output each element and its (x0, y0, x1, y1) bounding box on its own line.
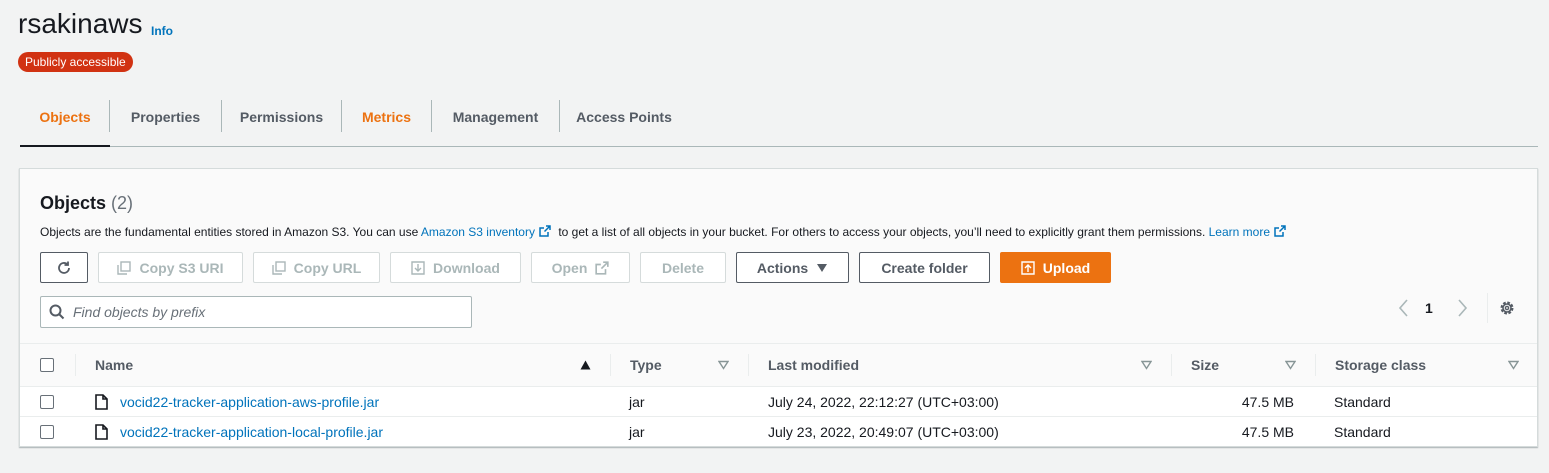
objects-panel-header: Objects (2) Objects are the fundamental … (20, 169, 1537, 344)
download-label: Download (433, 259, 500, 276)
upload-icon (1021, 260, 1035, 275)
tab-access-points[interactable]: Access Points (560, 98, 688, 146)
table-header: Name Type Last modified Size Storage cla… (20, 344, 1537, 387)
search-input[interactable] (73, 304, 453, 320)
upload-label: Upload (1042, 259, 1091, 276)
sort-ascending-icon[interactable] (580, 360, 591, 370)
open-label: Open (551, 259, 588, 276)
delete-label: Delete (661, 259, 705, 276)
download-button[interactable]: Download (390, 252, 521, 283)
object-size: 47.5 MB (1241, 424, 1294, 440)
external-link-icon[interactable] (1274, 225, 1286, 237)
inventory-link[interactable]: Amazon S3 inventory (421, 225, 535, 239)
object-name-link[interactable]: vocid22-tracker-application-aws-profile.… (120, 387, 379, 417)
copy-url-label: Copy URL (293, 259, 362, 276)
select-all-checkbox[interactable] (40, 358, 54, 372)
sort-icon[interactable] (1508, 360, 1519, 370)
row-checkbox[interactable] (40, 395, 54, 409)
tab-permissions[interactable]: Permissions (222, 98, 341, 146)
object-last-modified: July 24, 2022, 22:12:27 (UTC+03:00) (768, 394, 999, 410)
copy-icon (117, 260, 132, 275)
row-checkbox[interactable] (40, 425, 54, 439)
tab-management[interactable]: Management (432, 98, 559, 146)
table-row[interactable]: vocid22-tracker-application-aws-profile.… (20, 387, 1537, 417)
copy-icon (271, 260, 286, 275)
column-divider (610, 354, 611, 376)
object-size: 47.5 MB (1241, 394, 1294, 410)
caret-down-icon (817, 263, 828, 272)
public-access-badge: Publicly accessible (18, 52, 133, 72)
object-type: jar (629, 424, 645, 440)
column-divider (1315, 354, 1316, 376)
objects-panel-title: Objects (2) (40, 193, 133, 214)
column-divider (748, 354, 749, 376)
description-text: to get a list of all objects in your buc… (554, 225, 1209, 239)
object-name-link[interactable]: vocid22-tracker-application-local-profil… (120, 417, 383, 447)
upload-button[interactable]: Upload (1000, 252, 1111, 283)
search-box[interactable] (40, 296, 472, 328)
sort-icon[interactable] (718, 360, 729, 370)
tab-objects[interactable]: Objects (20, 98, 110, 147)
object-type: jar (629, 394, 645, 410)
info-link[interactable]: Info (151, 24, 173, 38)
file-icon (95, 424, 108, 440)
sort-icon[interactable] (1141, 360, 1152, 370)
tab-properties[interactable]: Properties (110, 98, 221, 146)
actions-dropdown[interactable]: Actions (736, 252, 849, 283)
copy-s3-uri-button[interactable]: Copy S3 URI (98, 252, 243, 283)
description-text: Objects are the fundamental entities sto… (40, 225, 421, 239)
table-row[interactable]: vocid22-tracker-application-local-profil… (20, 417, 1537, 447)
learn-more-link[interactable]: Learn more (1209, 225, 1270, 239)
refresh-icon (58, 261, 70, 274)
column-header-last-modified[interactable]: Last modified (768, 344, 859, 387)
create-folder-button[interactable]: Create folder (859, 252, 990, 283)
download-icon (411, 260, 425, 275)
objects-count: (2) (111, 193, 134, 213)
file-icon (95, 394, 108, 410)
column-header-name[interactable]: Name (95, 344, 133, 387)
previous-page-icon[interactable] (1396, 297, 1412, 319)
column-divider (75, 354, 76, 376)
pager-divider (1487, 293, 1488, 323)
tab-metrics[interactable]: Metrics (342, 98, 431, 146)
gear-icon[interactable] (1498, 299, 1516, 317)
objects-panel: Objects (2) Objects are the fundamental … (19, 168, 1538, 447)
tab-bar: Objects Properties Permissions Metrics M… (20, 98, 1538, 147)
open-button[interactable]: Open (531, 252, 630, 283)
column-header-type[interactable]: Type (630, 344, 662, 387)
objects-description: Objects are the fundamental entities sto… (40, 225, 1290, 239)
object-storage-class: Standard (1334, 424, 1391, 440)
sort-icon[interactable] (1285, 360, 1296, 370)
bucket-title: rsakinaws (18, 8, 143, 39)
external-link-icon[interactable] (539, 225, 551, 237)
refresh-button[interactable] (40, 252, 88, 283)
object-last-modified: July 23, 2022, 20:49:07 (UTC+03:00) (768, 424, 999, 440)
column-header-size[interactable]: Size (1191, 344, 1219, 387)
column-header-storage-class[interactable]: Storage class (1335, 344, 1426, 387)
actions-label: Actions (756, 259, 809, 276)
create-folder-label: Create folder (881, 259, 968, 276)
copy-url-button[interactable]: Copy URL (253, 252, 380, 283)
next-page-icon[interactable] (1454, 297, 1470, 319)
copy-s3-uri-label: Copy S3 URI (139, 259, 224, 276)
external-link-icon (595, 260, 610, 275)
object-storage-class: Standard (1334, 394, 1391, 410)
delete-button[interactable]: Delete (640, 252, 726, 283)
column-divider (1171, 354, 1172, 376)
search-icon (49, 304, 65, 320)
objects-title-text: Objects (40, 193, 107, 213)
page-number[interactable]: 1 (1425, 300, 1433, 316)
